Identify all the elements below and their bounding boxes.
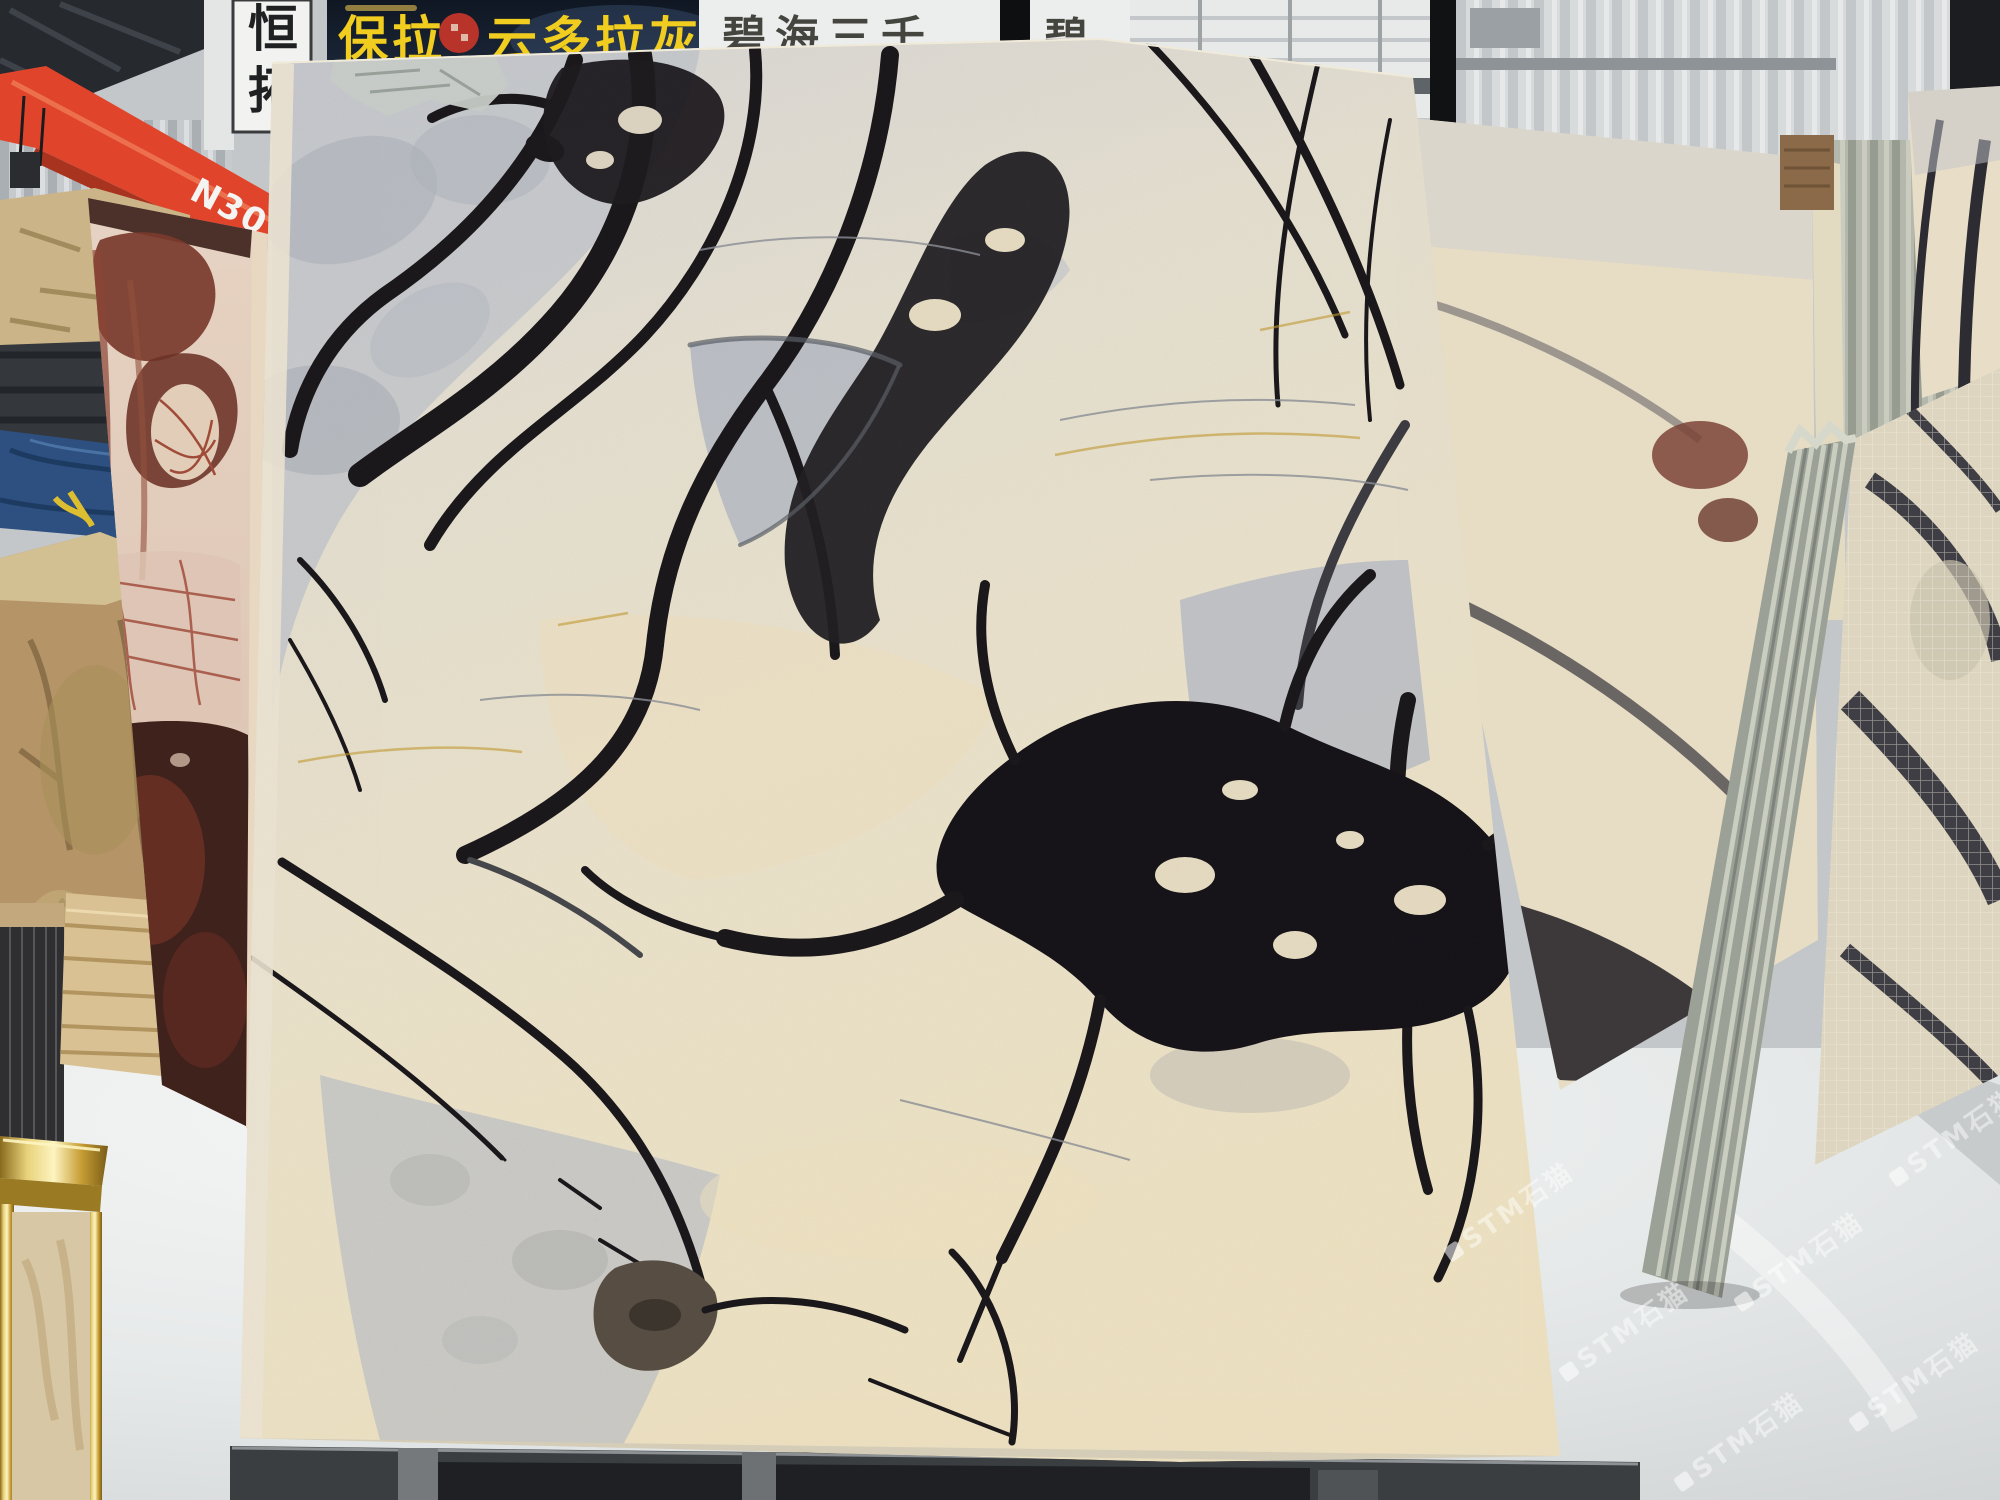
brass-pedestal — [0, 1136, 108, 1500]
stand-post-2 — [742, 1452, 776, 1500]
sign-hengtuo-char-1: 恒 — [248, 0, 298, 58]
stand-post-3 — [1318, 1470, 1378, 1500]
stacked-slabs-left — [0, 903, 64, 1148]
red-seal-mark — [461, 34, 468, 41]
marble-warehouse-photo: N30 恒 拓 保拉 云多拉灰 碧海三千 碧 — [0, 0, 2000, 1500]
door-frame-strip — [204, 0, 234, 150]
stand-post-1 — [398, 1448, 438, 1500]
wooden-block — [1780, 135, 1834, 210]
main-slab-grain — [230, 30, 1570, 1470]
wall-beam-right — [1456, 58, 1836, 70]
main-slab — [230, 30, 1578, 1470]
second-slab-red-patch — [1652, 421, 1748, 489]
red-seal-mark — [451, 24, 458, 31]
wall-box-grey — [1470, 8, 1540, 48]
crane-hook-block — [10, 152, 40, 188]
red-seal-icon — [439, 13, 479, 53]
